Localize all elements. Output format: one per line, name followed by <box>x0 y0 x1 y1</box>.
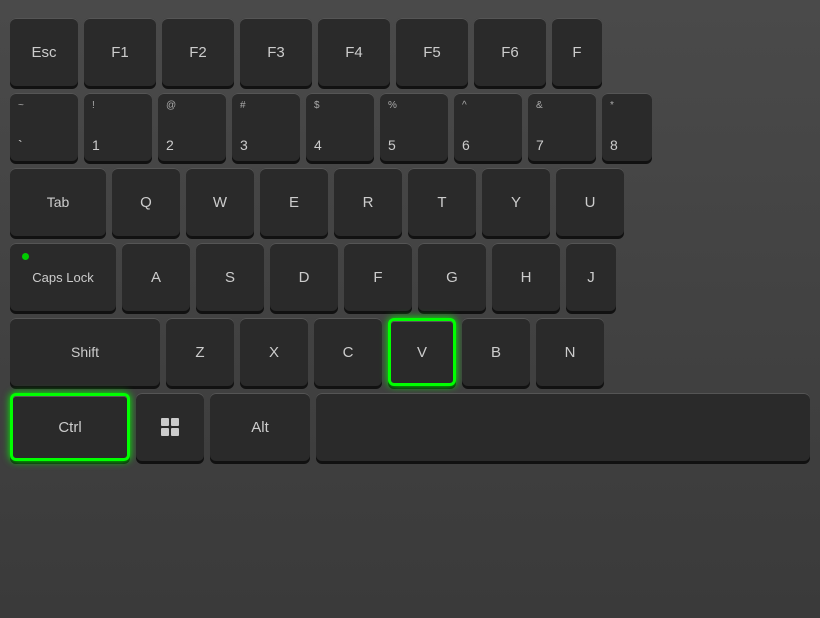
key-e[interactable]: E <box>260 168 328 236</box>
key-j-partial[interactable]: J <box>566 243 616 311</box>
key-d[interactable]: D <box>270 243 338 311</box>
key-5[interactable]: % 5 <box>380 93 448 161</box>
key-4[interactable]: $ 4 <box>306 93 374 161</box>
bottom-row: Ctrl Alt <box>10 393 810 461</box>
key-b[interactable]: B <box>462 318 530 386</box>
key-w[interactable]: W <box>186 168 254 236</box>
key-ctrl-left[interactable]: Ctrl <box>10 393 130 461</box>
asdf-row: Caps Lock A S D F G H J <box>10 243 810 311</box>
function-row: Esc F1 F2 F3 F4 F5 F6 F <box>10 18 810 86</box>
key-s[interactable]: S <box>196 243 264 311</box>
key-f3[interactable]: F3 <box>240 18 312 86</box>
key-caps-lock[interactable]: Caps Lock <box>10 243 116 311</box>
caps-lock-indicator <box>22 253 29 260</box>
key-f5[interactable]: F5 <box>396 18 468 86</box>
key-z[interactable]: Z <box>166 318 234 386</box>
key-1[interactable]: ! 1 <box>84 93 152 161</box>
key-backtick[interactable]: ~ ` <box>10 93 78 161</box>
number-row: ~ ` ! 1 @ 2 # 3 $ 4 % 5 ^ 6 & 7 <box>10 93 810 161</box>
key-f2[interactable]: F2 <box>162 18 234 86</box>
key-tab[interactable]: Tab <box>10 168 106 236</box>
key-space[interactable] <box>316 393 810 461</box>
key-x[interactable]: X <box>240 318 308 386</box>
key-f7-partial[interactable]: F <box>552 18 602 86</box>
key-f4[interactable]: F4 <box>318 18 390 86</box>
key-u[interactable]: U <box>556 168 624 236</box>
windows-icon <box>161 418 179 436</box>
key-f6[interactable]: F6 <box>474 18 546 86</box>
key-f1[interactable]: F1 <box>84 18 156 86</box>
key-a[interactable]: A <box>122 243 190 311</box>
key-g[interactable]: G <box>418 243 486 311</box>
key-r[interactable]: R <box>334 168 402 236</box>
key-esc[interactable]: Esc <box>10 18 78 86</box>
key-c[interactable]: C <box>314 318 382 386</box>
key-n[interactable]: N <box>536 318 604 386</box>
zxcv-row: Shift Z X C V B N <box>10 318 810 386</box>
key-alt-left[interactable]: Alt <box>210 393 310 461</box>
key-7[interactable]: & 7 <box>528 93 596 161</box>
key-y[interactable]: Y <box>482 168 550 236</box>
key-6[interactable]: ^ 6 <box>454 93 522 161</box>
key-v[interactable]: V <box>388 318 456 386</box>
keyboard: Esc F1 F2 F3 F4 F5 F6 F ~ ` ! 1 <box>0 0 820 618</box>
key-q[interactable]: Q <box>112 168 180 236</box>
key-shift-left[interactable]: Shift <box>10 318 160 386</box>
key-h[interactable]: H <box>492 243 560 311</box>
key-3[interactable]: # 3 <box>232 93 300 161</box>
key-t[interactable]: T <box>408 168 476 236</box>
key-f[interactable]: F <box>344 243 412 311</box>
key-windows[interactable] <box>136 393 204 461</box>
key-8-partial[interactable]: * 8 <box>602 93 652 161</box>
qwerty-row: Tab Q W E R T Y U <box>10 168 810 236</box>
key-2[interactable]: @ 2 <box>158 93 226 161</box>
